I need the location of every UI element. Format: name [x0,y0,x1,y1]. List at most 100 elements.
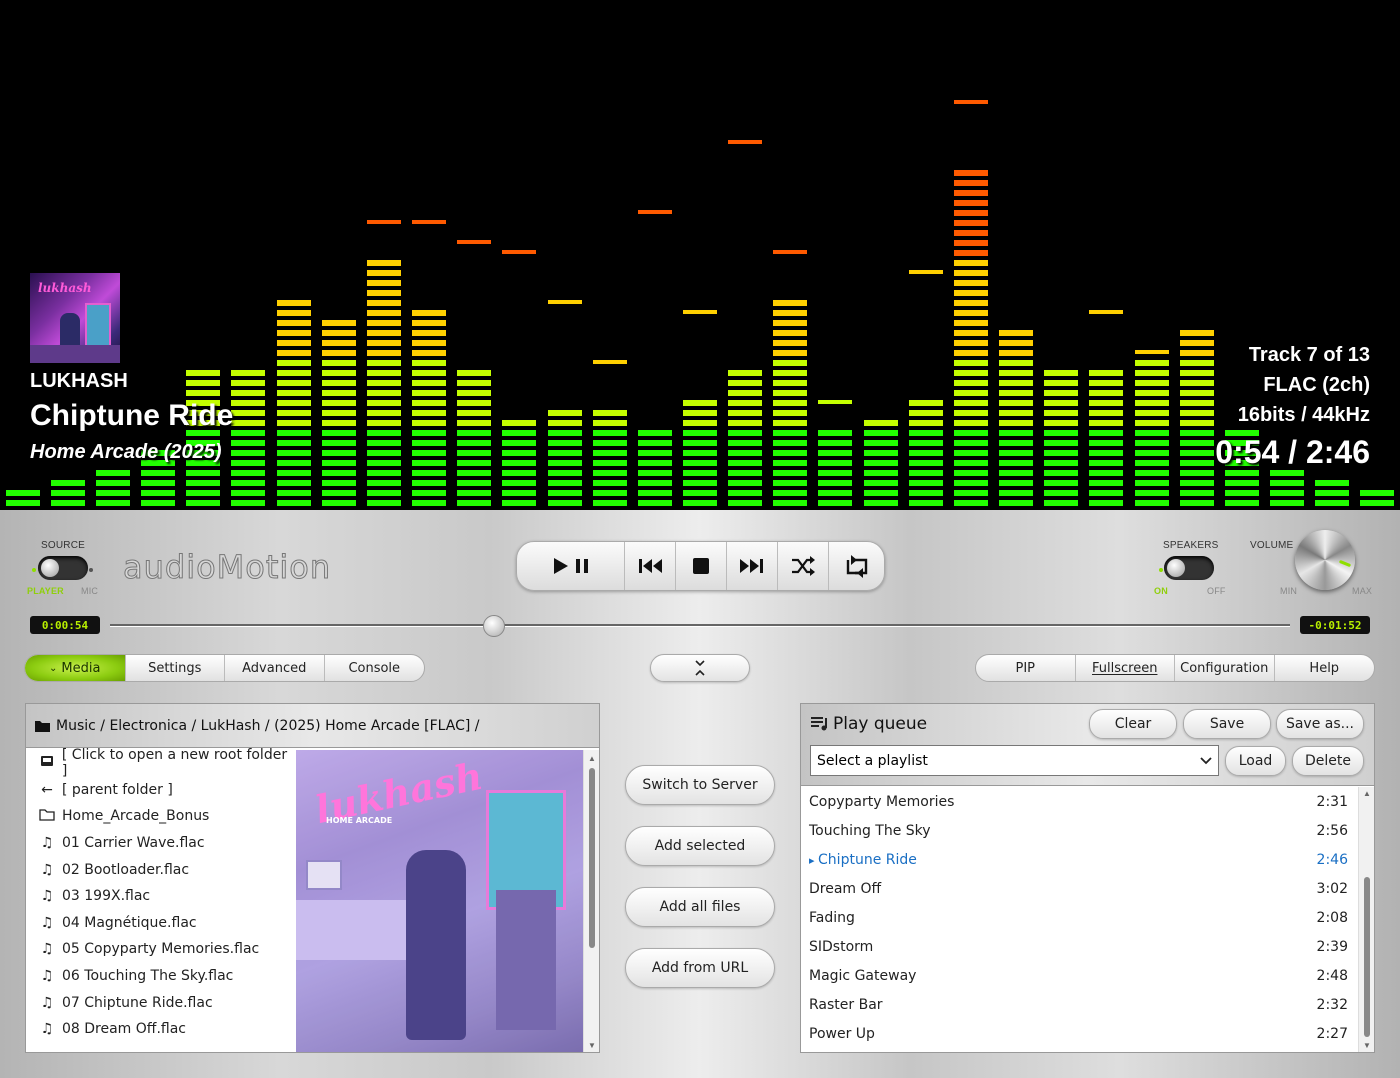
queue-item[interactable]: Fading 2:08 [801,903,1374,932]
spectrum-segment [277,360,311,366]
spectrum-segment [277,440,311,446]
queue-item[interactable]: SIDstorm 2:39 [801,932,1374,961]
queue-scrollbar[interactable]: ▲ ▼ [1358,787,1374,1052]
pip-button[interactable]: PIP [976,655,1076,681]
spectrum-segment [548,410,582,416]
queue-item[interactable]: Raster Bar 2:32 [801,991,1374,1020]
add-all-files-button[interactable]: Add all files [625,887,775,927]
file-list-item[interactable]: [ Click to open a new root folder ] [26,747,296,779]
shuffle-button[interactable] [778,542,829,590]
tab-media-label: Media [61,660,101,676]
add-from-url-button[interactable]: Add from URL [625,948,775,988]
tab-settings[interactable]: Settings [126,655,225,681]
progress-track[interactable] [110,624,1290,627]
file-list-scrollbar[interactable]: ▲ ▼ [583,750,599,1052]
switch-to-server-button[interactable]: Switch to Server [625,765,775,805]
spectrum-segment [593,430,627,436]
spectrum-segment [502,440,536,446]
scroll-down-icon[interactable]: ▼ [588,1041,596,1050]
spectrum-segment [1135,500,1169,506]
queue-item-title-wrap: Dream Off [809,881,881,897]
spectrum-segment [728,430,762,436]
queue-item[interactable]: Magic Gateway 2:48 [801,962,1374,991]
add-selected-button[interactable]: Add selected [625,826,775,866]
spectrum-segment [1180,330,1214,336]
playlist-select[interactable]: Select a playlist [810,745,1219,776]
queue-item-title: Copyparty Memories [809,793,955,810]
file-list-item-label: Home_Arcade_Bonus [62,808,210,825]
play-pause-button[interactable] [517,542,625,590]
file-list-item[interactable]: ♫ 03 199X.flac [26,883,296,910]
queue-item[interactable]: Touching The Sky 2:56 [801,816,1374,845]
breadcrumb-path[interactable]: Music / Electronica / LukHash / (2025) H… [56,718,480,734]
queue-item[interactable]: ▸ Chiptune Ride 2:46 [801,845,1374,874]
spectrum-segment [999,340,1033,346]
spectrum-visualizer[interactable]: lukhash LUKHASH Chiptune Ride Home Arcad… [0,0,1400,510]
spectrum-segment [322,440,356,446]
spectrum-segment [1180,460,1214,466]
spectrum-segment [457,480,491,486]
stop-button[interactable] [676,542,727,590]
save-as-button[interactable]: Save as... [1276,709,1364,739]
file-list-item[interactable]: Home_Arcade_Bonus [26,803,296,830]
volume-knob[interactable] [1295,530,1355,590]
play-pause-icon [553,558,588,574]
file-list-item[interactable]: ♫ 05 Copyparty Memories.flac [26,936,296,963]
main-tabs: ⌄ Media Settings Advanced Console [24,654,425,682]
spectrum-segment [773,340,807,346]
spectrum-segment [322,490,356,496]
spectrum-segment [1089,500,1123,506]
spectrum-segment [1089,370,1123,376]
queue-scrollbar-thumb[interactable] [1364,877,1370,1037]
clear-queue-button[interactable]: Clear [1089,709,1177,739]
spectrum-segment [683,420,717,426]
file-list-item-label: [ parent folder ] [62,781,173,798]
spectrum-segment [954,350,988,356]
tab-media[interactable]: ⌄ Media [25,655,126,681]
previous-button[interactable] [625,542,676,590]
fullscreen-button[interactable]: Fullscreen [1076,655,1175,681]
file-list-item[interactable]: ♫ 02 Bootloader.flac [26,856,296,883]
spectrum-segment [773,480,807,486]
source-toggle[interactable] [38,556,88,580]
collapse-button[interactable] [650,654,750,682]
delete-playlist-button[interactable]: Delete [1292,746,1364,776]
scroll-up-icon[interactable]: ▲ [588,754,596,763]
spectrum-segment [322,420,356,426]
queue-item[interactable]: Dream Off 3:02 [801,874,1374,903]
spectrum-segment [999,390,1033,396]
file-list-item[interactable]: ♫ 04 Magnétique.flac [26,910,296,937]
scrollbar-thumb[interactable] [589,768,595,948]
queue-item[interactable]: Power Up 2:27 [801,1020,1374,1049]
queue-title: Play queue [833,714,928,734]
spectrum-segment [231,390,265,396]
spectrum-segment [818,470,852,476]
speakers-toggle[interactable] [1164,556,1214,580]
spectrum-segment [277,310,311,316]
file-list-item[interactable]: ♫ 01 Carrier Wave.flac [26,830,296,857]
tab-console[interactable]: Console [325,655,425,681]
spectrum-segment [322,460,356,466]
scroll-down-icon[interactable]: ▼ [1363,1041,1371,1050]
spectrum-segment [864,460,898,466]
configuration-button[interactable]: Configuration [1175,655,1275,681]
save-queue-button[interactable]: Save [1183,709,1271,739]
scroll-up-icon[interactable]: ▲ [1363,789,1371,798]
next-button[interactable] [727,542,778,590]
help-button[interactable]: Help [1275,655,1375,681]
spectrum-segment [1135,430,1169,436]
spectrum-segment [1044,370,1078,376]
file-list-item[interactable]: ♫ 06 Touching The Sky.flac [26,963,296,990]
file-list-item[interactable]: ← [ parent folder ] [26,777,296,804]
file-list-item[interactable]: ♫ 08 Dream Off.flac [26,1016,296,1043]
progress-thumb[interactable] [482,615,505,637]
spectrum-segment [367,490,401,496]
queue-item-title: Chiptune Ride [818,851,917,868]
load-playlist-button[interactable]: Load [1225,746,1286,776]
repeat-button[interactable] [829,542,884,590]
queue-item[interactable]: Copyparty Memories 2:31 [801,787,1374,816]
spectrum-segment [412,390,446,396]
tab-advanced[interactable]: Advanced [225,655,325,681]
file-list-item[interactable]: ♫ 07 Chiptune Ride.flac [26,989,296,1016]
right-tabs: PIP Fullscreen Configuration Help [975,654,1375,682]
